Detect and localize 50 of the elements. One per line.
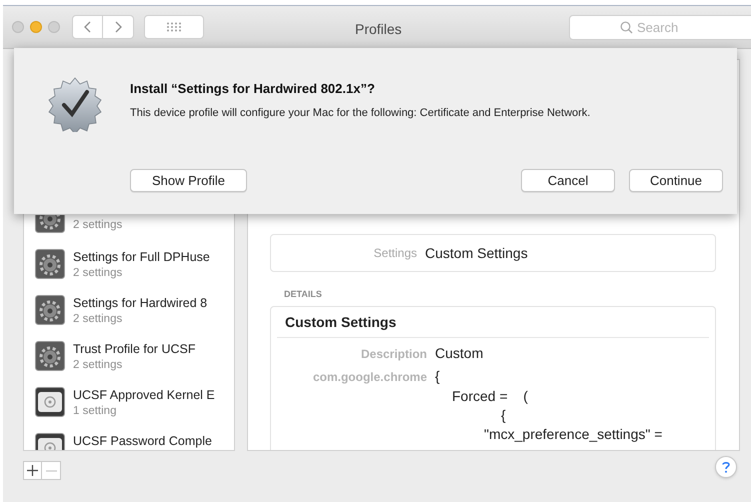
search-input[interactable]: Search	[637, 18, 737, 38]
profile-name[interactable]: Settings for Hardwired 8	[73, 295, 208, 311]
profile-name[interactable]: Trust Profile for UCSF	[73, 341, 196, 357]
field-label: Settings	[372, 245, 417, 262]
zoom-button[interactable]	[48, 21, 60, 33]
badge-checkmark-icon	[47, 76, 103, 132]
chevron-right-icon	[114, 21, 122, 33]
field-label: Description	[360, 346, 427, 362]
back-button[interactable]	[72, 15, 103, 39]
field-value: {	[435, 366, 440, 386]
drive-icon	[35, 387, 65, 417]
setting-count: 2 settings	[73, 218, 122, 233]
search-icon	[620, 21, 633, 34]
code-line: "mcx_preference_settings" =	[483, 424, 664, 444]
setting-count: 2 settings	[73, 358, 124, 373]
field-value: Custom	[435, 344, 484, 362]
field-value: Custom Settings	[425, 244, 528, 263]
dialog-title: Install “Settings for Hardwired 802.1x”?	[130, 80, 375, 98]
dialog-message: This device profile will configure your Mac for the following: Certificate and Enterprise Network.	[130, 106, 590, 121]
code-line: {	[500, 406, 507, 424]
dialog-button[interactable]: Cancel	[521, 169, 615, 192]
dialog-button[interactable]: Continue	[629, 169, 723, 192]
gear-icon	[35, 295, 65, 325]
field-label: com.google.chrome	[312, 368, 427, 386]
minus-icon	[46, 470, 56, 472]
help-button[interactable]	[715, 456, 737, 478]
gear-icon	[35, 341, 65, 371]
setting-count: 2 settings	[73, 312, 124, 327]
grid-icon	[166, 22, 182, 32]
card-title: Custom Settings	[277, 306, 709, 338]
forward-button[interactable]	[103, 15, 134, 39]
code-line: Forced = (	[451, 386, 529, 406]
gear-icon	[35, 249, 65, 279]
help-icon	[722, 461, 730, 473]
setting-count: 2 settings	[73, 266, 124, 281]
section-label: DETAILS	[284, 288, 323, 301]
search-field[interactable]: Search	[569, 15, 751, 40]
minimize-button[interactable]	[30, 21, 42, 33]
show-all-button[interactable]	[144, 15, 204, 39]
profile-name[interactable]: UCSF Approved Kernel E	[73, 387, 215, 403]
dialog-button[interactable]: Show Profile	[130, 169, 247, 192]
window-title: Profiles	[355, 20, 402, 39]
profile-name[interactable]: UCSF Password Comple	[73, 433, 212, 449]
gear-icon	[35, 215, 65, 233]
plus-icon	[27, 465, 38, 476]
close-button[interactable]	[12, 21, 24, 33]
add-button[interactable]	[23, 461, 42, 480]
chevron-left-icon	[84, 21, 92, 33]
setting-count: 1 setting	[73, 404, 118, 419]
profile-name[interactable]: Settings for Full DPHuse	[73, 249, 210, 265]
